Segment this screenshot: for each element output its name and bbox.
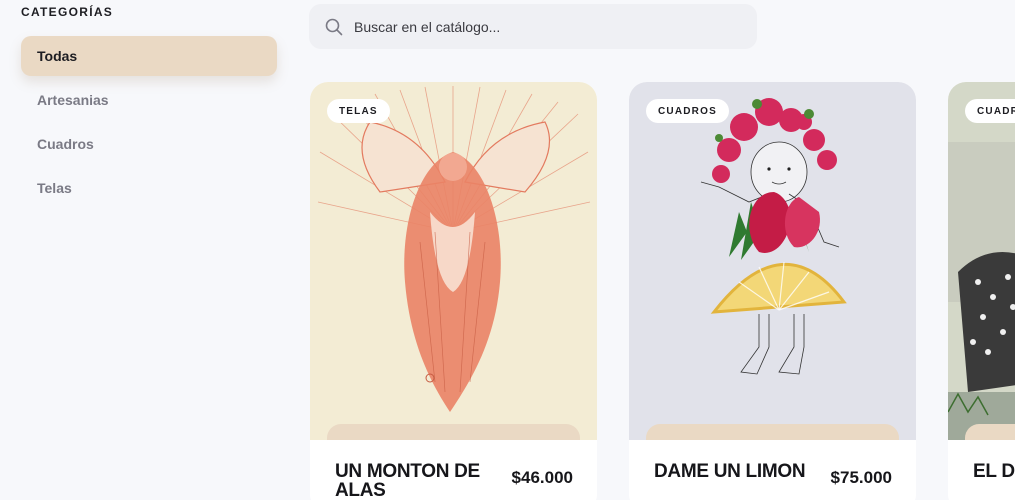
catalog-page: CATEGORÍAS Todas Artesanias Cuadros Tela… (0, 0, 1015, 500)
card-footer: DAME UN LIMON $75.000 (629, 440, 916, 500)
category-item-telas[interactable]: Telas (21, 168, 277, 208)
category-item-todas[interactable]: Todas (21, 36, 277, 76)
category-badge: CUADROS (646, 99, 729, 123)
product-title[interactable]: DAME UN LIMON (654, 462, 814, 481)
product-image-portrait[interactable] (948, 82, 1015, 440)
card-footer: UN MONTON DE ALAS $46.000 (310, 440, 597, 500)
category-list: Todas Artesanias Cuadros Telas (21, 36, 277, 212)
card-footer: EL DE ORIE (948, 440, 1015, 500)
search-icon (325, 17, 345, 37)
category-badge: CUADROS (965, 99, 1015, 123)
sidebar-heading: CATEGORÍAS (21, 5, 114, 19)
product-price: $75.000 (830, 468, 892, 487)
product-image-lemon[interactable] (629, 82, 916, 440)
product-card[interactable]: CUADROS EL DE ORIE (948, 82, 1015, 500)
category-item-cuadros[interactable]: Cuadros (21, 124, 277, 164)
category-sidebar: CATEGORÍAS Todas Artesanias Cuadros Tela… (0, 0, 300, 500)
product-title[interactable]: UN MONTON DE ALAS (335, 462, 495, 500)
product-card[interactable]: TELAS UN MONTON DE ALAS $46.000 (310, 82, 597, 500)
product-price: $46.000 (511, 468, 573, 487)
product-image-angel[interactable] (310, 82, 597, 440)
category-badge: TELAS (327, 99, 390, 123)
product-title[interactable]: EL DE ORIE (973, 462, 1015, 481)
product-card[interactable]: CUADROS DAME UN LIMON $75.000 (629, 82, 916, 500)
category-item-artesanias[interactable]: Artesanias (21, 80, 277, 120)
search-input[interactable] (354, 18, 734, 35)
search-bar[interactable] (309, 4, 757, 49)
